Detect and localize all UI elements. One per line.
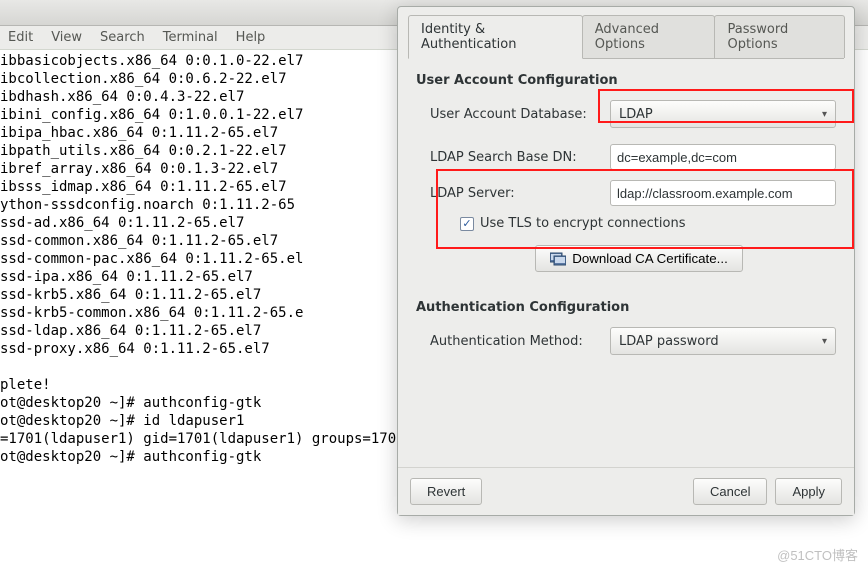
chevron-down-icon: ▾ <box>822 336 827 347</box>
watermark: @51CTO博客 <box>777 545 858 564</box>
ldap-search-base-input[interactable] <box>610 144 836 170</box>
tls-label: Use TLS to encrypt connections <box>480 216 685 231</box>
dialog-tabs: Identity & Authentication Advanced Optio… <box>398 7 854 58</box>
monitor-icon <box>550 252 566 266</box>
menu-search[interactable]: Search <box>100 30 145 45</box>
tab-advanced[interactable]: Advanced Options <box>582 15 716 58</box>
auth-method-label: Authentication Method: <box>430 334 610 349</box>
cancel-button[interactable]: Cancel <box>693 478 767 505</box>
tab-password[interactable]: Password Options <box>714 15 845 58</box>
authconfig-dialog: Identity & Authentication Advanced Optio… <box>397 6 855 516</box>
download-ca-label: Download CA Certificate... <box>572 251 728 266</box>
auth-method-value: LDAP password <box>619 334 719 349</box>
user-account-heading: User Account Configuration <box>416 73 836 88</box>
menu-terminal[interactable]: Terminal <box>163 30 218 45</box>
download-ca-button[interactable]: Download CA Certificate... <box>535 245 743 272</box>
user-account-database-combo[interactable]: LDAP ▾ <box>610 100 836 128</box>
ldap-server-label: LDAP Server: <box>430 186 610 201</box>
dialog-footer: Revert Cancel Apply <box>398 467 854 515</box>
db-value: LDAP <box>619 107 653 122</box>
search-base-label: LDAP Search Base DN: <box>430 150 610 165</box>
chevron-down-icon: ▾ <box>822 109 827 120</box>
db-label: User Account Database: <box>430 107 610 122</box>
revert-button[interactable]: Revert <box>410 478 482 505</box>
menu-view[interactable]: View <box>51 30 82 45</box>
apply-button[interactable]: Apply <box>775 478 842 505</box>
tab-identity[interactable]: Identity & Authentication <box>408 15 583 59</box>
tab-panel: User Account Configuration User Account … <box>408 58 844 463</box>
ldap-server-input[interactable] <box>610 180 836 206</box>
menu-edit[interactable]: Edit <box>8 30 33 45</box>
menu-help[interactable]: Help <box>236 30 266 45</box>
auth-heading: Authentication Configuration <box>416 300 836 315</box>
tls-checkbox[interactable] <box>460 217 474 231</box>
auth-method-combo[interactable]: LDAP password ▾ <box>610 327 836 355</box>
